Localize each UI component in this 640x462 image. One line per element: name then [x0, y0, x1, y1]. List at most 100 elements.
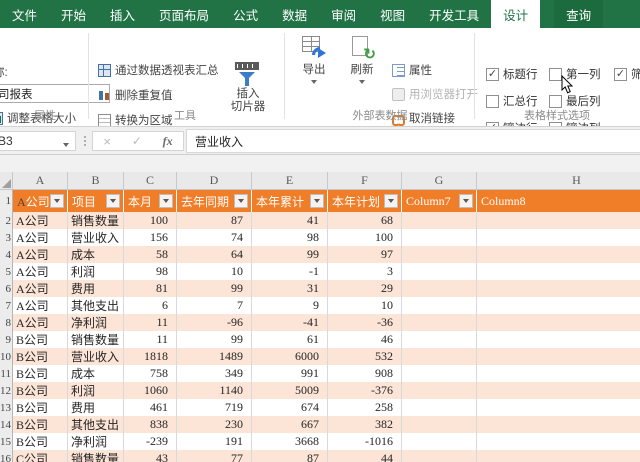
tab-开发工具[interactable]: 开发工具: [417, 0, 491, 28]
cell-company[interactable]: A公司: [13, 212, 68, 229]
cell-value[interactable]: -1: [252, 263, 328, 280]
cell-value[interactable]: 1818: [124, 348, 177, 365]
cell-empty[interactable]: [402, 450, 477, 462]
cell-value[interactable]: 3668: [252, 433, 328, 450]
table-header-cell[interactable]: 本年计划: [328, 190, 402, 212]
cell-value[interactable]: 349: [177, 365, 252, 382]
filter-button[interactable]: [159, 194, 173, 208]
cell-item[interactable]: 销售数量: [68, 331, 124, 348]
cell-value[interactable]: 674: [252, 399, 328, 416]
cell-value[interactable]: 87: [252, 450, 328, 462]
cell-empty[interactable]: [402, 399, 477, 416]
cell-value[interactable]: 61: [252, 331, 328, 348]
cell-value[interactable]: 230: [177, 416, 252, 433]
tools-button-1[interactable]: 删除重复值: [96, 85, 175, 105]
cell-empty[interactable]: [402, 297, 477, 314]
cell-value[interactable]: 191: [177, 433, 252, 450]
table-header-cell[interactable]: 去年同期: [177, 190, 252, 212]
cell-value[interactable]: 6000: [252, 348, 328, 365]
cell-value[interactable]: 41: [252, 212, 328, 229]
filter-button[interactable]: [50, 194, 64, 208]
checked-checkbox-icon[interactable]: ✓: [614, 67, 627, 81]
formula-input[interactable]: 营业收入: [186, 129, 640, 153]
cell-item[interactable]: 成本: [68, 365, 124, 382]
cell-company[interactable]: A公司: [13, 246, 68, 263]
cell-company[interactable]: B公司: [13, 433, 68, 450]
cell-empty[interactable]: [477, 399, 640, 416]
row-number[interactable]: 14: [0, 416, 13, 433]
tab-数据[interactable]: 数据: [270, 0, 319, 28]
column-header-H[interactable]: H: [477, 172, 640, 189]
cell-value[interactable]: 98: [124, 263, 177, 280]
column-header-G[interactable]: G: [402, 172, 477, 189]
cell-value[interactable]: 87: [177, 212, 252, 229]
table-header-cell[interactable]: Column8: [477, 190, 640, 212]
cell-value[interactable]: 11: [124, 331, 177, 348]
cell-value[interactable]: 74: [177, 229, 252, 246]
row-number[interactable]: 8: [0, 314, 13, 331]
tab-页面布局[interactable]: 页面布局: [147, 0, 221, 28]
cell-item[interactable]: 净利润: [68, 314, 124, 331]
cell-value[interactable]: 991: [252, 365, 328, 382]
external-properties-button[interactable]: 属性: [390, 60, 434, 80]
cell-item[interactable]: 利润: [68, 382, 124, 399]
cell-value[interactable]: 100: [328, 229, 402, 246]
cell-company[interactable]: A公司: [13, 263, 68, 280]
export-button[interactable]: 导出: [292, 36, 336, 84]
cell-value[interactable]: 7: [177, 297, 252, 314]
cell-value[interactable]: 77: [177, 450, 252, 462]
filter-button[interactable]: [106, 194, 120, 208]
cell-company[interactable]: B公司: [13, 399, 68, 416]
cell-empty[interactable]: [402, 212, 477, 229]
cell-value[interactable]: -1016: [328, 433, 402, 450]
cell-value[interactable]: 908: [328, 365, 402, 382]
column-header-B[interactable]: B: [68, 172, 124, 189]
cell-empty[interactable]: [402, 263, 477, 280]
row-number[interactable]: 3: [0, 229, 13, 246]
row-number[interactable]: 15: [0, 433, 13, 450]
filter-button[interactable]: [234, 194, 248, 208]
filter-button[interactable]: [459, 194, 473, 208]
row-number[interactable]: 9: [0, 331, 13, 348]
row-number[interactable]: 13: [0, 399, 13, 416]
cell-value[interactable]: -41: [252, 314, 328, 331]
table-header-cell[interactable]: A公司: [13, 190, 68, 212]
column-header-D[interactable]: D: [177, 172, 252, 189]
cell-value[interactable]: 31: [252, 280, 328, 297]
cell-empty[interactable]: [477, 365, 640, 382]
cell-value[interactable]: 838: [124, 416, 177, 433]
row-number[interactable]: 2: [0, 212, 13, 229]
cell-value[interactable]: 667: [252, 416, 328, 433]
cell-empty[interactable]: [402, 246, 477, 263]
tab-设计[interactable]: 设计: [491, 0, 541, 28]
cell-empty[interactable]: [477, 348, 640, 365]
cell-company[interactable]: B公司: [13, 348, 68, 365]
cell-empty[interactable]: [402, 314, 477, 331]
tab-公式[interactable]: 公式: [221, 0, 270, 28]
cell-value[interactable]: 258: [328, 399, 402, 416]
cell-value[interactable]: 97: [328, 246, 402, 263]
cell-value[interactable]: 9: [252, 297, 328, 314]
cell-empty[interactable]: [402, 229, 477, 246]
tab-视图[interactable]: 视图: [368, 0, 417, 28]
cell-empty[interactable]: [477, 280, 640, 297]
cell-value[interactable]: 44: [328, 450, 402, 462]
cell-value[interactable]: 719: [177, 399, 252, 416]
tab-查询[interactable]: 查询: [554, 0, 604, 28]
cancel-icon[interactable]: ×: [103, 134, 111, 149]
cell-value[interactable]: -376: [328, 382, 402, 399]
cell-value[interactable]: 532: [328, 348, 402, 365]
table-header-cell[interactable]: Column7: [402, 190, 477, 212]
row-number[interactable]: 1: [0, 190, 13, 212]
cell-value[interactable]: 11: [124, 314, 177, 331]
cell-empty[interactable]: [402, 365, 477, 382]
cell-value[interactable]: -239: [124, 433, 177, 450]
cell-value[interactable]: 1140: [177, 382, 252, 399]
cell-item[interactable]: 费用: [68, 280, 124, 297]
cell-value[interactable]: 100: [124, 212, 177, 229]
cell-item[interactable]: 其他支出: [68, 297, 124, 314]
cell-value[interactable]: 156: [124, 229, 177, 246]
cell-company[interactable]: B公司: [13, 365, 68, 382]
column-header-C[interactable]: C: [124, 172, 177, 189]
row-number[interactable]: 16: [0, 450, 13, 462]
